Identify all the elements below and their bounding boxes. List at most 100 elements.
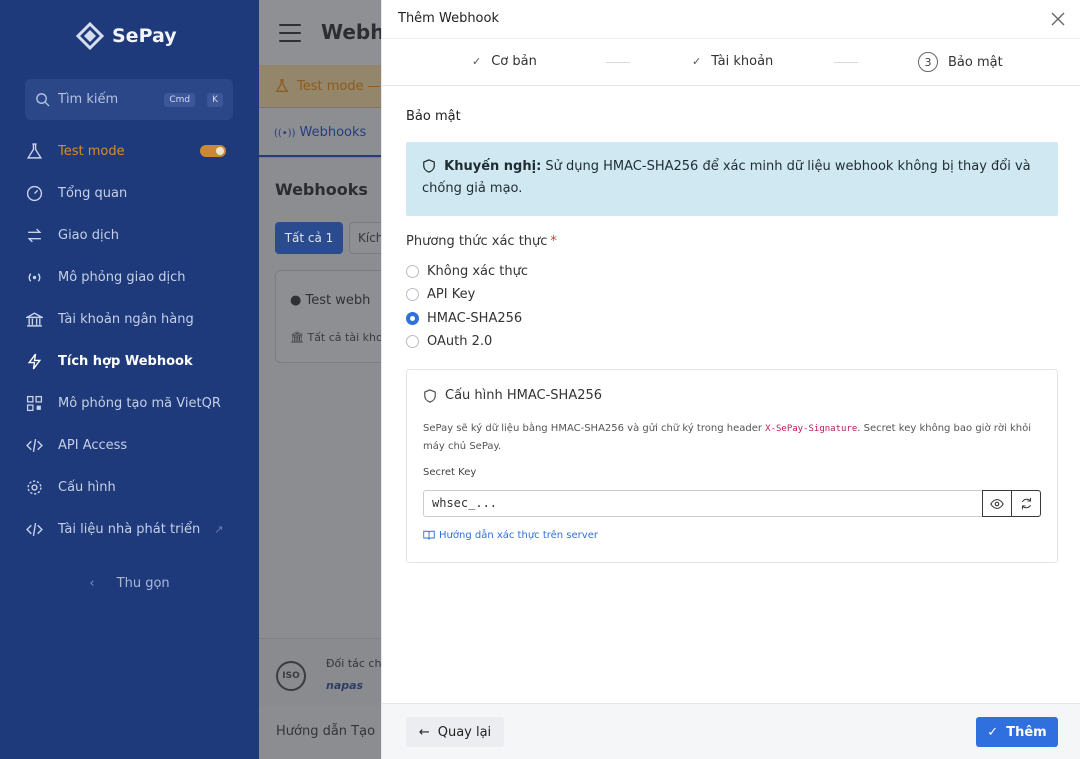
bolt-icon <box>25 352 44 371</box>
step-account[interactable]: ✓ Tài khoản <box>692 54 773 69</box>
recommendation-alert: Khuyến nghị: Sử dụng HMAC-SHA256 để xác … <box>406 142 1058 216</box>
panel-header: Thêm Webhook <box>382 0 1080 39</box>
sidebar-item-transactions[interactable]: Giao dịch <box>0 214 259 256</box>
step-connector <box>606 62 630 63</box>
chevron-left-icon: ‹ <box>89 576 95 591</box>
toggle-visibility-button[interactable] <box>982 490 1012 517</box>
sidebar-item-vietqr[interactable]: Mô phỏng tạo mã VietQR <box>0 382 259 424</box>
radio-no-auth[interactable]: Không xác thực <box>406 264 528 279</box>
close-icon[interactable] <box>1049 10 1067 28</box>
alert-bold: Khuyến nghị: <box>444 159 542 174</box>
radio-label: API Key <box>427 287 476 302</box>
add-webhook-panel: Thêm Webhook ✓ Cơ bản ✓ Tài khoản 3 Bảo … <box>381 0 1080 759</box>
check-icon: ✓ <box>472 55 482 68</box>
webhook-card-sub-text: Tất cả tài kho <box>307 331 383 344</box>
footer-links[interactable]: Hướng dẫn Tạo <box>276 724 375 739</box>
config-description: SePay sẽ ký dữ liệu bằng HMAC-SHA256 và … <box>423 420 1043 455</box>
code-icon <box>25 436 44 455</box>
filter-all-button[interactable]: Tất cả 1 <box>275 222 343 254</box>
collapse-sidebar-button[interactable]: ‹ Thu gọn <box>0 576 259 591</box>
gear-icon <box>25 478 44 497</box>
step-basic[interactable]: ✓ Cơ bản <box>472 54 537 69</box>
banner-text: Test mode — <box>297 79 381 94</box>
section-title: Bảo mật <box>406 109 461 124</box>
auth-method-label: Phương thức xác thực * <box>406 234 557 249</box>
brand[interactable]: SePay <box>76 22 177 50</box>
radio-oauth2[interactable]: OAuth 2.0 <box>406 334 492 349</box>
sidebar-item-webhook[interactable]: Tích hợp Webhook <box>0 340 259 382</box>
bank-icon <box>25 310 44 329</box>
webhook-card-title-text: Test webh <box>305 293 371 308</box>
sidebar-item-settings[interactable]: Cấu hình <box>0 466 259 508</box>
iso-logo: ISO <box>276 661 306 691</box>
step-label: Cơ bản <box>491 54 537 69</box>
tab-webhooks[interactable]: ((•)) Webhooks <box>274 125 366 140</box>
radio-circle-selected[interactable] <box>406 312 419 325</box>
regenerate-key-button[interactable] <box>1011 490 1041 517</box>
radio-circle[interactable] <box>406 335 419 348</box>
flask-icon <box>275 78 289 97</box>
desc-before: SePay sẽ ký dữ liệu bằng HMAC-SHA256 và … <box>423 423 766 434</box>
radio-circle[interactable] <box>406 265 419 278</box>
shield-icon <box>423 159 435 173</box>
tab-underline <box>259 155 381 157</box>
gauge-icon <box>25 184 44 203</box>
sidebar-item-developer-docs[interactable]: Tài liệu nhà phát triển ↗ <box>0 508 259 550</box>
check-icon: ✓ <box>987 724 999 740</box>
test-mode-toggle[interactable] <box>200 145 226 157</box>
radio-api-key[interactable]: API Key <box>406 287 475 302</box>
sidebar-item-test-mode[interactable]: Test mode <box>0 130 259 172</box>
back-button[interactable]: ← Quay lại <box>406 717 504 747</box>
secret-key-input[interactable]: whsec_... <box>423 490 983 517</box>
search-placeholder: Tìm kiếm <box>58 92 119 107</box>
step-connector <box>834 62 858 63</box>
server-guide-text: Hướng dẫn xác thực trên server <box>439 529 598 541</box>
sidebar-item-label: Mô phỏng tạo mã VietQR <box>58 395 221 411</box>
swap-icon <box>25 226 44 245</box>
webhook-card-title: ● Test webh <box>290 293 371 308</box>
radio-hmac-sha256[interactable]: HMAC-SHA256 <box>406 311 522 326</box>
kbd-k: K <box>207 92 223 107</box>
secret-key-label: Secret Key <box>423 467 477 478</box>
shield-icon <box>424 388 436 403</box>
sidebar-item-label: Giao dịch <box>58 227 119 243</box>
sidebar-item-label: Tích hợp Webhook <box>58 353 193 369</box>
sidebar-item-bank-accounts[interactable]: Tài khoản ngân hàng <box>0 298 259 340</box>
sidebar-item-simulate-transactions[interactable]: Mô phỏng giao dịch <box>0 256 259 298</box>
sidebar-item-label: Tài liệu nhà phát triển <box>58 521 201 537</box>
step-security[interactable]: 3 Bảo mật <box>918 52 1003 72</box>
sidebar-item-label: Tổng quan <box>58 185 128 201</box>
broadcast-icon: ((•)) <box>274 128 296 139</box>
add-webhook-button[interactable]: ✓ Thêm <box>976 717 1058 747</box>
hmac-config-box: Cấu hình HMAC-SHA256 SePay sẽ ký dữ liệu… <box>406 369 1058 563</box>
radio-label: OAuth 2.0 <box>427 334 493 349</box>
step-label: Tài khoản <box>711 54 774 69</box>
brand-name: SePay <box>112 25 177 47</box>
submit-label: Thêm <box>1006 724 1047 740</box>
qr-icon <box>25 394 44 413</box>
radio-label: Không xác thực <box>427 264 529 279</box>
sidebar-item-api-access[interactable]: API Access <box>0 424 259 466</box>
radio-label: HMAC-SHA256 <box>427 311 523 326</box>
back-label: Quay lại <box>437 724 492 740</box>
search-box[interactable]: Tìm kiếm Cmd K <box>25 79 233 120</box>
sidebar-item-label: Mô phỏng giao dịch <box>58 269 186 285</box>
radio-circle[interactable] <box>406 288 419 301</box>
napas-logo: napas <box>326 679 364 692</box>
arrow-left-icon: ← <box>418 724 430 740</box>
menu-icon[interactable] <box>279 24 301 48</box>
book-icon <box>423 530 435 540</box>
sepay-logo-icon <box>76 22 104 50</box>
sidebar-item-label: Cấu hình <box>58 479 116 495</box>
search-icon <box>36 93 50 107</box>
broadcast-icon <box>25 268 44 287</box>
header-name-code: X-SePay-Signature <box>765 424 858 434</box>
config-title-text: Cấu hình HMAC-SHA256 <box>445 388 603 403</box>
sidebar-item-overview[interactable]: Tổng quan <box>0 172 259 214</box>
required-mark: * <box>550 234 557 249</box>
server-guide-link[interactable]: Hướng dẫn xác thực trên server <box>423 529 598 541</box>
config-title: Cấu hình HMAC-SHA256 <box>423 388 602 403</box>
collapse-label: Thu gọn <box>116 576 170 591</box>
step-number: 3 <box>918 52 938 72</box>
panel-title: Thêm Webhook <box>398 11 499 26</box>
